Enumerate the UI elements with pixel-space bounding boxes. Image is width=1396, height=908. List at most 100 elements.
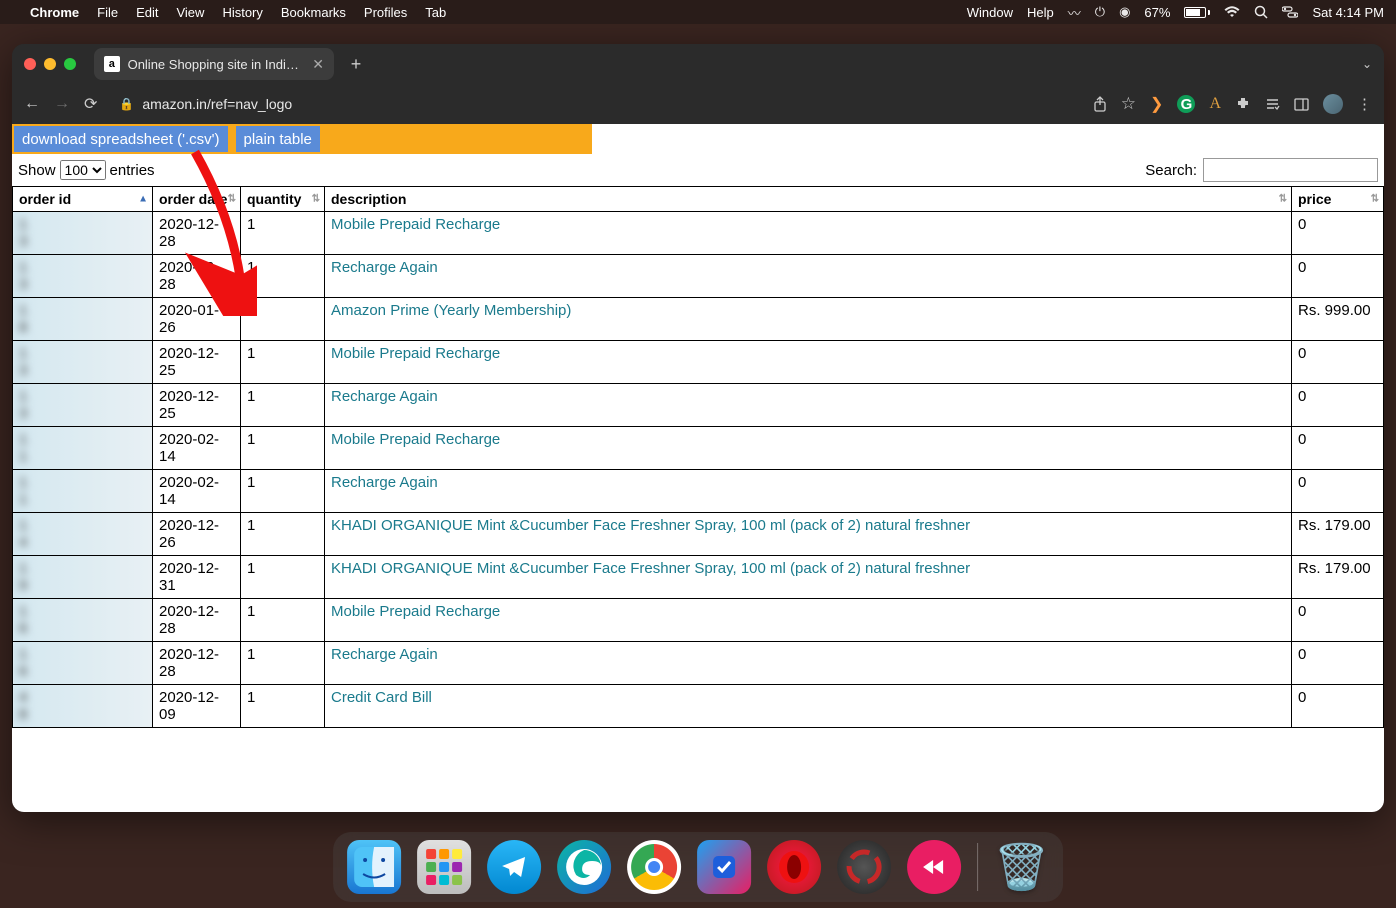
download-csv-button[interactable]: download spreadsheet ('.csv') xyxy=(14,126,228,152)
entries-label: entries xyxy=(110,162,155,179)
table-row: 18 2020-01-26 1 Amazon Prime (Yearly Mem… xyxy=(13,298,1384,341)
cell-qty: 1 xyxy=(241,427,325,470)
menu-kebab-icon[interactable]: ⋮ xyxy=(1357,95,1372,113)
cell-order-id: 13 xyxy=(13,384,153,427)
order-link[interactable]: Credit Card Bill xyxy=(331,689,432,706)
battery-icon[interactable] xyxy=(1184,7,1210,18)
cell-desc: Recharge Again xyxy=(325,470,1292,513)
browser-tab[interactable]: a Online Shopping site in India: S ✕ xyxy=(94,48,334,80)
search-icon[interactable] xyxy=(1254,5,1268,19)
window-controls[interactable] xyxy=(24,58,76,70)
order-link[interactable]: KHADI ORGANIQUE Mint &Cucumber Face Fres… xyxy=(331,560,970,577)
reload-button[interactable]: ⟳ xyxy=(84,94,97,114)
cell-desc: Mobile Prepaid Recharge xyxy=(325,599,1292,642)
order-link[interactable]: Amazon Prime (Yearly Membership) xyxy=(331,302,571,319)
play-icon[interactable]: ◉ xyxy=(1119,4,1130,20)
col-order-date[interactable]: order date⇅ xyxy=(153,187,241,212)
table-row: 13 2020-12-25 1 Mobile Prepaid Recharge … xyxy=(13,341,1384,384)
extension-icon[interactable]: A xyxy=(1209,95,1221,113)
cell-desc: Amazon Prime (Yearly Membership) xyxy=(325,298,1292,341)
close-tab-icon[interactable]: ✕ xyxy=(312,56,324,73)
plain-table-button[interactable]: plain table xyxy=(236,126,320,152)
dock-app-icon[interactable] xyxy=(907,840,961,894)
cell-price: 0 xyxy=(1292,384,1384,427)
dock-app-icon[interactable] xyxy=(697,840,751,894)
order-link[interactable]: KHADI ORGANIQUE Mint &Cucumber Face Fres… xyxy=(331,517,970,534)
dock-app-icon[interactable] xyxy=(837,840,891,894)
order-link[interactable]: Recharge Again xyxy=(331,474,438,491)
lock-icon[interactable]: 🔒 xyxy=(119,97,134,111)
extension-grammarly-icon[interactable]: G xyxy=(1177,95,1195,113)
cell-date: 2020-02-14 xyxy=(153,427,241,470)
dock-chrome-icon[interactable] xyxy=(627,840,681,894)
share-icon[interactable] xyxy=(1093,96,1107,112)
bookmark-star-icon[interactable]: ☆ xyxy=(1121,94,1136,114)
cell-desc: Recharge Again xyxy=(325,642,1292,685)
menu-window[interactable]: Window xyxy=(967,5,1013,20)
profile-avatar[interactable] xyxy=(1323,94,1343,114)
orders-table: order id▲ order date⇅ quantity⇅ descript… xyxy=(12,186,1384,728)
app-name[interactable]: Chrome xyxy=(30,5,79,20)
order-link[interactable]: Mobile Prepaid Recharge xyxy=(331,345,500,362)
dock-finder-icon[interactable] xyxy=(347,840,401,894)
table-row: 13 2020-12-28 1 Mobile Prepaid Recharge … xyxy=(13,212,1384,255)
status-icon[interactable]: 〰 xyxy=(1068,3,1081,22)
browser-window: a Online Shopping site in India: S ✕ + ⌄… xyxy=(12,44,1384,812)
menu-bookmarks[interactable]: Bookmarks xyxy=(281,5,346,20)
cell-price: 0 xyxy=(1292,470,1384,513)
battery-percent: 67% xyxy=(1144,5,1170,20)
clock[interactable]: Sat 4:14 PM xyxy=(1312,5,1384,20)
cell-order-id: 11 xyxy=(13,470,153,513)
table-row: 48 2020-12-09 1 Credit Card Bill 0 xyxy=(13,685,1384,728)
url-bar[interactable]: 🔒 amazon.in/ref=nav_logo xyxy=(111,90,1078,118)
menu-profiles[interactable]: Profiles xyxy=(364,5,407,20)
cell-desc: KHADI ORGANIQUE Mint &Cucumber Face Fres… xyxy=(325,513,1292,556)
dock-launchpad-icon[interactable] xyxy=(417,840,471,894)
menu-tab[interactable]: Tab xyxy=(425,5,446,20)
extension-icon[interactable]: ❯ xyxy=(1150,94,1163,114)
table-row: 11 2020-02-14 1 Mobile Prepaid Recharge … xyxy=(13,427,1384,470)
cell-order-id: 11 xyxy=(13,427,153,470)
dock-trash-icon[interactable]: 🗑️ xyxy=(994,841,1049,893)
order-link[interactable]: Mobile Prepaid Recharge xyxy=(331,216,500,233)
cell-desc: Recharge Again xyxy=(325,384,1292,427)
url-text: amazon.in/ref=nav_logo xyxy=(142,96,292,112)
entries-select[interactable]: 100 xyxy=(60,160,106,180)
menu-view[interactable]: View xyxy=(176,5,204,20)
order-link[interactable]: Recharge Again xyxy=(331,259,438,276)
order-link[interactable]: Recharge Again xyxy=(331,388,438,405)
menu-history[interactable]: History xyxy=(222,5,262,20)
menu-file[interactable]: File xyxy=(97,5,118,20)
col-price[interactable]: price⇅ xyxy=(1292,187,1384,212)
dock-opera-icon[interactable] xyxy=(767,840,821,894)
col-order-id[interactable]: order id▲ xyxy=(13,187,153,212)
reading-list-icon[interactable] xyxy=(1265,97,1280,112)
cell-price: 0 xyxy=(1292,255,1384,298)
order-link[interactable]: Mobile Prepaid Recharge xyxy=(331,431,500,448)
table-row: 11 2020-02-14 1 Recharge Again 0 xyxy=(13,470,1384,513)
search-input[interactable] xyxy=(1203,158,1378,182)
col-description[interactable]: description⇅ xyxy=(325,187,1292,212)
wifi-icon[interactable] xyxy=(1224,6,1240,18)
control-center-icon[interactable] xyxy=(1282,6,1298,18)
extensions-puzzle-icon[interactable] xyxy=(1235,96,1251,112)
cell-qty: 1 xyxy=(241,298,325,341)
side-panel-icon[interactable] xyxy=(1294,98,1309,111)
menu-help[interactable]: Help xyxy=(1027,5,1054,20)
tabs-dropdown-icon[interactable]: ⌄ xyxy=(1362,57,1372,71)
order-link[interactable]: Recharge Again xyxy=(331,646,438,663)
tab-title: Online Shopping site in India: S xyxy=(128,57,305,72)
new-tab-button[interactable]: + xyxy=(342,50,370,78)
status-icon[interactable]: ⏻ xyxy=(1095,4,1105,20)
cell-qty: 1 xyxy=(241,599,325,642)
back-button[interactable]: ← xyxy=(24,95,40,113)
cell-price: Rs. 179.00 xyxy=(1292,513,1384,556)
cell-price: Rs. 999.00 xyxy=(1292,298,1384,341)
order-link[interactable]: Mobile Prepaid Recharge xyxy=(331,603,500,620)
col-quantity[interactable]: quantity⇅ xyxy=(241,187,325,212)
dock-edge-icon[interactable] xyxy=(557,840,611,894)
dock-telegram-icon[interactable] xyxy=(487,840,541,894)
menu-edit[interactable]: Edit xyxy=(136,5,158,20)
cell-price: 0 xyxy=(1292,685,1384,728)
table-row: 16 2020-12-28 1 Recharge Again 0 xyxy=(13,642,1384,685)
